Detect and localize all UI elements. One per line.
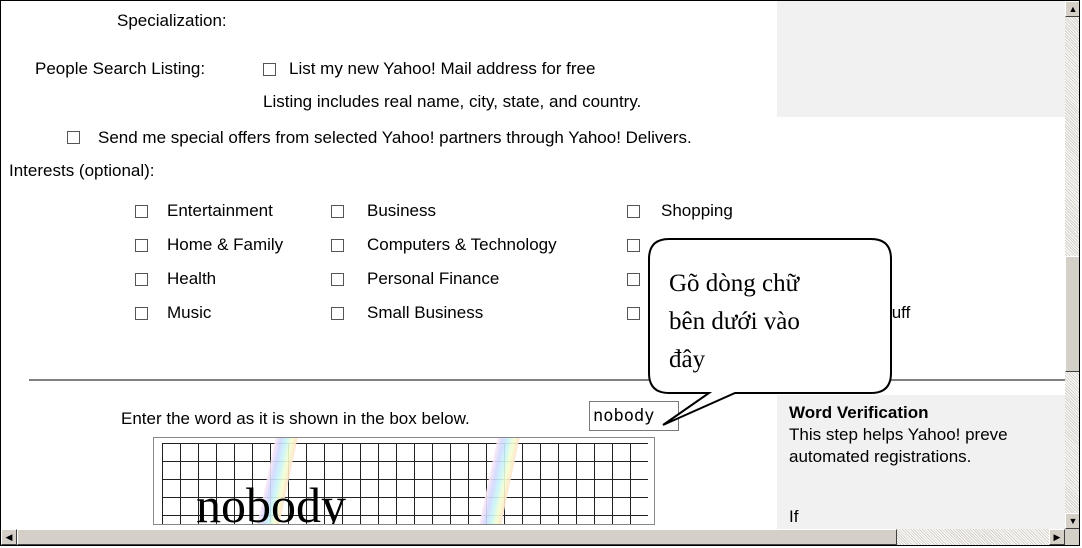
interest-checkbox-hidden-1[interactable] (627, 273, 640, 286)
interest-label-stuff: tuff (887, 303, 911, 322)
interest-checkbox-computers[interactable] (331, 239, 344, 252)
interest-checkbox-home-family[interactable] (135, 239, 148, 252)
word-verification-text-3: If (789, 507, 799, 526)
specialization-label: Specialization: (117, 11, 227, 30)
interest-checkbox-personal-finance[interactable] (331, 273, 344, 286)
interest-label-entertainment: Entertainment (167, 201, 273, 220)
word-verification-text-1: This step helps Yahoo! preve (789, 425, 1008, 444)
special-offers-label: Send me special offers from selected Yah… (98, 128, 692, 147)
horizontal-scrollbar-thumb[interactable] (17, 529, 897, 545)
interest-label-sports: Sports & Outdoors (661, 235, 801, 254)
interest-checkbox-small-business[interactable] (331, 307, 344, 320)
special-offers-checkbox[interactable] (67, 131, 80, 144)
interest-checkbox-music[interactable] (135, 307, 148, 320)
interest-label-home-family: Home & Family (167, 235, 284, 254)
callout-line-3: đây (669, 346, 706, 373)
scroll-right-button[interactable]: ▶ (1049, 529, 1065, 545)
word-verification-title: Word Verification (789, 403, 929, 422)
people-search-note: Listing includes real name, city, state,… (263, 92, 642, 111)
interest-label-personal-finance: Personal Finance (367, 269, 500, 288)
callout-line-2: bên dưới vào (669, 308, 800, 335)
word-verification-input[interactable] (589, 401, 679, 431)
word-verification-text-2: automated registrations. (789, 447, 972, 466)
interest-checkbox-sports[interactable] (627, 239, 640, 252)
vertical-scrollbar-thumb[interactable] (1065, 256, 1079, 372)
scroll-left-button[interactable]: ◀ (1, 529, 17, 545)
scroll-down-button[interactable]: ▼ (1065, 513, 1079, 529)
interest-checkbox-entertainment[interactable] (135, 205, 148, 218)
browser-viewport: Specialization: People Search Listing: L… (0, 0, 1080, 546)
section-divider (29, 379, 1065, 382)
right-info-panel-top (777, 1, 1067, 117)
verification-prompt: Enter the word as it is shown in the box… (121, 409, 470, 428)
scrollbar-corner (1065, 529, 1079, 545)
interest-label-computers: Computers & Technology (367, 235, 557, 254)
interest-label-business: Business (367, 201, 436, 220)
captcha-image: nobody (153, 437, 655, 525)
people-search-checkbox[interactable] (263, 63, 276, 76)
people-search-option: List my new Yahoo! Mail address for free (289, 59, 596, 78)
interest-checkbox-business[interactable] (331, 205, 344, 218)
callout-line-1: Gõ dòng chữ (669, 270, 800, 297)
interest-label-small-business: Small Business (367, 303, 484, 322)
interest-label-health: Health (167, 269, 217, 288)
interests-label: Interests (optional): (9, 161, 155, 180)
interest-checkbox-health[interactable] (135, 273, 148, 286)
scroll-up-button[interactable]: ▲ (1065, 1, 1079, 17)
interest-checkbox-shopping[interactable] (627, 205, 640, 218)
captcha-word: nobody (196, 477, 346, 525)
people-search-label: People Search Listing: (35, 59, 206, 78)
interest-label-shopping: Shopping (661, 201, 733, 220)
interest-label-music: Music (167, 303, 212, 322)
interest-checkbox-hidden-2[interactable] (627, 307, 640, 320)
